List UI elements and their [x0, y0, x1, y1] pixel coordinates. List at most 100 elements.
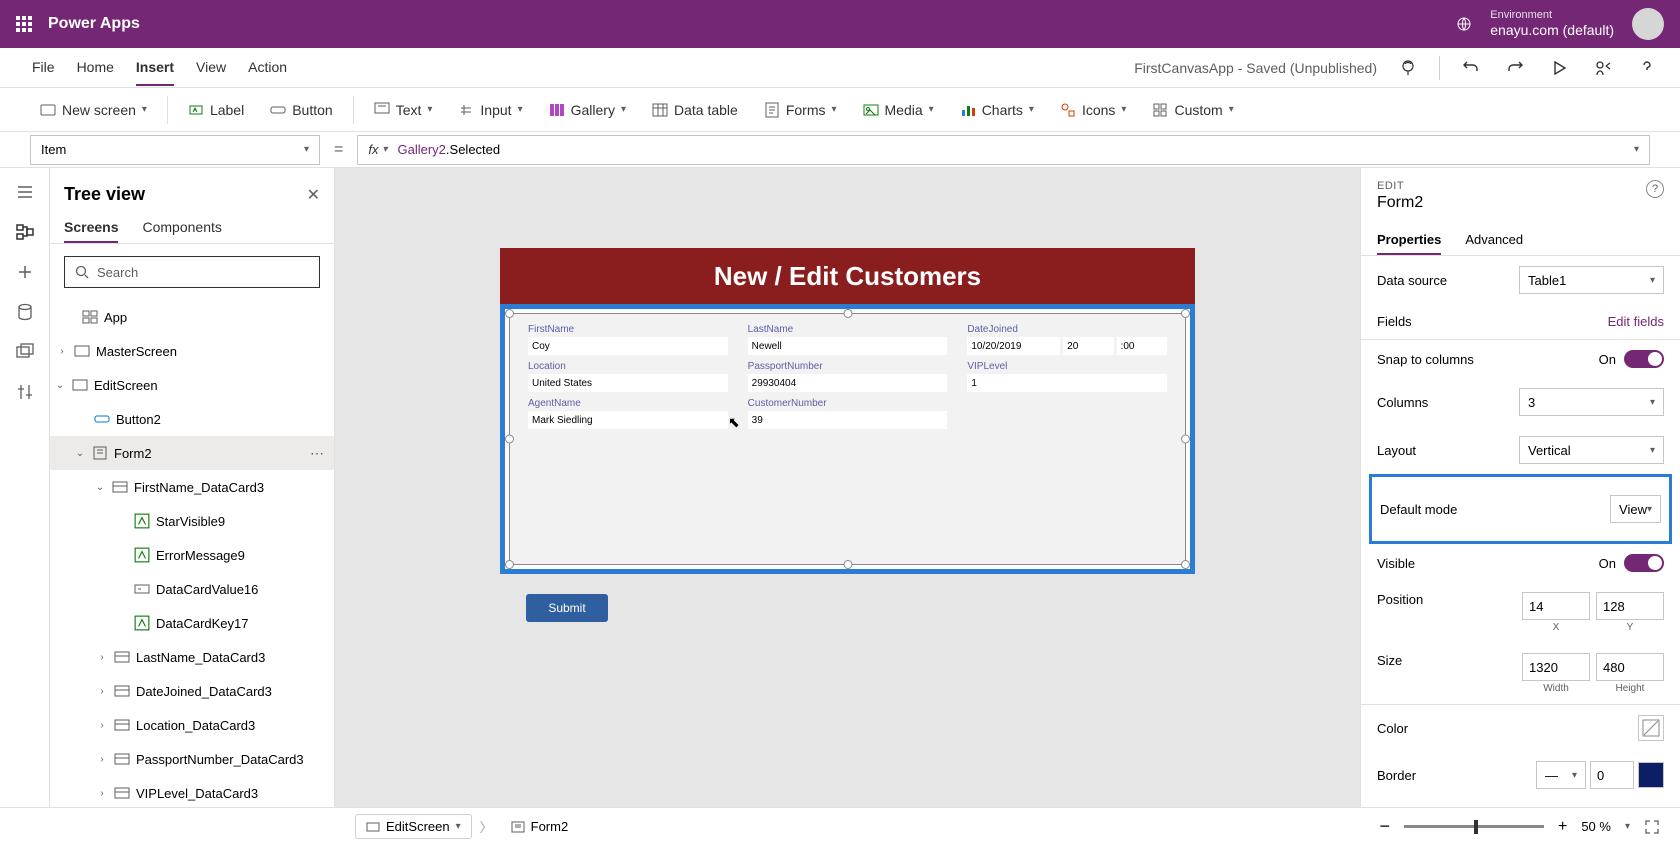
tab-screens[interactable]: Screens	[64, 213, 118, 243]
menu-home[interactable]: Home	[77, 50, 114, 86]
color-swatch[interactable]	[1638, 715, 1664, 741]
edit-fields-link[interactable]: Edit fields	[1608, 314, 1664, 329]
close-icon[interactable]: ✕	[307, 185, 320, 205]
zoom-out-button[interactable]: −	[1379, 816, 1390, 837]
expand-formula-icon[interactable]: ▾	[1634, 144, 1639, 155]
field-custnum[interactable]: CustomerNumber39	[748, 398, 948, 429]
pos-y-input[interactable]: 128	[1596, 592, 1664, 620]
gallery-button[interactable]: Gallery▾	[539, 96, 636, 124]
charts-button[interactable]: Charts▾	[950, 96, 1044, 124]
tree-node-dcv[interactable]: DataCardValue16	[50, 572, 334, 606]
resize-handle[interactable]	[843, 309, 852, 318]
menu-action[interactable]: Action	[248, 50, 287, 86]
redo-icon[interactable]	[1502, 55, 1528, 81]
forms-button[interactable]: Forms▾	[754, 96, 847, 124]
tree-node-app[interactable]: App	[50, 300, 334, 334]
height-input[interactable]: 480	[1596, 653, 1664, 681]
media-pane-icon[interactable]	[15, 342, 35, 362]
property-selector[interactable]: Item▾	[30, 135, 320, 165]
border-color-swatch[interactable]	[1638, 762, 1664, 788]
field-passport[interactable]: PassportNumber29930404	[748, 361, 948, 392]
tab-components[interactable]: Components	[142, 213, 221, 243]
tree-node-lastname-dc[interactable]: ›LastName_DataCard3	[50, 640, 334, 674]
breadcrumb-editscreen[interactable]: EditScreen▾	[355, 814, 472, 839]
screen-node-icon	[72, 378, 88, 392]
border-style-select[interactable]: —▾	[1536, 761, 1586, 789]
label-button[interactable]: Label	[178, 96, 254, 124]
tree-node-errormsg[interactable]: ErrorMessage9	[50, 538, 334, 572]
text-button[interactable]: Text▾	[364, 96, 443, 124]
tree-node-firstname-dc[interactable]: ⌄FirstName_DataCard3	[50, 470, 334, 504]
field-datejoined[interactable]: DateJoined10/20/201920:00	[967, 324, 1167, 355]
border-width-input[interactable]: 0	[1590, 761, 1634, 789]
snap-toggle[interactable]	[1624, 350, 1664, 368]
app-launcher-icon[interactable]	[16, 16, 32, 32]
advanced-tools-icon[interactable]	[15, 382, 35, 402]
resize-handle[interactable]	[1181, 309, 1190, 318]
zoom-slider[interactable]	[1404, 825, 1544, 828]
columns-select[interactable]: 3▾	[1519, 388, 1664, 416]
layout-select[interactable]: Vertical▾	[1519, 436, 1664, 464]
undo-icon[interactable]	[1458, 55, 1484, 81]
tree-search-input[interactable]: Search	[64, 256, 320, 288]
submit-button[interactable]: Submit	[526, 594, 608, 622]
tree-node-starvisible[interactable]: StarVisible9	[50, 504, 334, 538]
tree-node-datejoined-dc[interactable]: ›DateJoined_DataCard3	[50, 674, 334, 708]
tree-node-passport-dc[interactable]: ›PassportNumber_DataCard3	[50, 742, 334, 776]
tree-view-icon[interactable]	[15, 222, 35, 242]
resize-handle[interactable]	[1181, 435, 1190, 444]
zoom-dropdown[interactable]: ▾	[1625, 821, 1630, 832]
new-screen-button[interactable]: New screen▾	[30, 96, 157, 124]
datatable-button[interactable]: Data table	[642, 96, 748, 124]
tree-node-location-dc[interactable]: ›Location_DataCard3	[50, 708, 334, 742]
tab-properties[interactable]: Properties	[1377, 226, 1441, 255]
fit-screen-icon[interactable]	[1644, 819, 1660, 835]
data-icon[interactable]	[15, 302, 35, 322]
defaultmode-select[interactable]: View▾	[1610, 495, 1661, 523]
resize-handle[interactable]	[505, 309, 514, 318]
field-vip[interactable]: VIPLevel1	[967, 361, 1167, 392]
button-button[interactable]: Button	[260, 96, 342, 124]
icons-button[interactable]: Icons▾	[1050, 96, 1137, 124]
tree-node-editscreen[interactable]: ⌄EditScreen	[50, 368, 334, 402]
menu-insert[interactable]: Insert	[136, 50, 174, 86]
more-icon[interactable]: ⋯	[310, 445, 324, 462]
resize-handle[interactable]	[505, 560, 514, 569]
field-firstname[interactable]: FirstNameCoy	[528, 324, 728, 355]
resize-handle[interactable]	[843, 560, 852, 569]
menu-view[interactable]: View	[196, 50, 226, 86]
visible-toggle[interactable]	[1624, 554, 1664, 572]
resize-handle[interactable]	[505, 435, 514, 444]
canvas-area[interactable]: New / Edit Customers FirstNameCoy LastNa…	[335, 168, 1360, 807]
share-icon[interactable]	[1590, 55, 1616, 81]
help-icon[interactable]	[1634, 55, 1660, 81]
tree-node-masterscreen[interactable]: ›MasterScreen	[50, 334, 334, 368]
field-location[interactable]: LocationUnited States	[528, 361, 728, 392]
hamburger-icon[interactable]	[15, 182, 35, 202]
environment-picker[interactable]: Environment enayu.com (default)	[1490, 9, 1614, 39]
form-selection[interactable]: FirstNameCoy LastNameNewell DateJoined10…	[500, 304, 1195, 574]
field-agent[interactable]: AgentNameMark Siedling	[528, 398, 728, 429]
formula-input[interactable]: fx▾ Gallery2.Selected ▾	[357, 135, 1650, 165]
field-lastname[interactable]: LastNameNewell	[748, 324, 948, 355]
tab-advanced[interactable]: Advanced	[1465, 226, 1523, 255]
app-checker-icon[interactable]	[1395, 55, 1421, 81]
breadcrumb-form2[interactable]: Form2	[501, 815, 579, 838]
user-avatar[interactable]	[1632, 8, 1664, 40]
custom-button[interactable]: Custom▾	[1142, 96, 1243, 124]
input-button[interactable]: Input▾	[448, 96, 532, 124]
zoom-in-button[interactable]: +	[1558, 818, 1567, 836]
play-icon[interactable]	[1546, 55, 1572, 81]
tree-node-button2[interactable]: Button2	[50, 402, 334, 436]
pos-x-input[interactable]: 14	[1522, 592, 1590, 620]
tree-node-form2[interactable]: ⌄Form2⋯	[50, 436, 334, 470]
tree-node-dck[interactable]: DataCardKey17	[50, 606, 334, 640]
width-input[interactable]: 1320	[1522, 653, 1590, 681]
insert-pane-icon[interactable]	[15, 262, 35, 282]
menu-file[interactable]: File	[32, 50, 55, 86]
info-icon[interactable]: ?	[1646, 180, 1664, 198]
resize-handle[interactable]	[1181, 560, 1190, 569]
datasource-select[interactable]: Table1▾	[1519, 266, 1664, 294]
tree-node-vip-dc[interactable]: ›VIPLevel_DataCard3	[50, 776, 334, 807]
media-button[interactable]: Media▾	[853, 96, 944, 124]
